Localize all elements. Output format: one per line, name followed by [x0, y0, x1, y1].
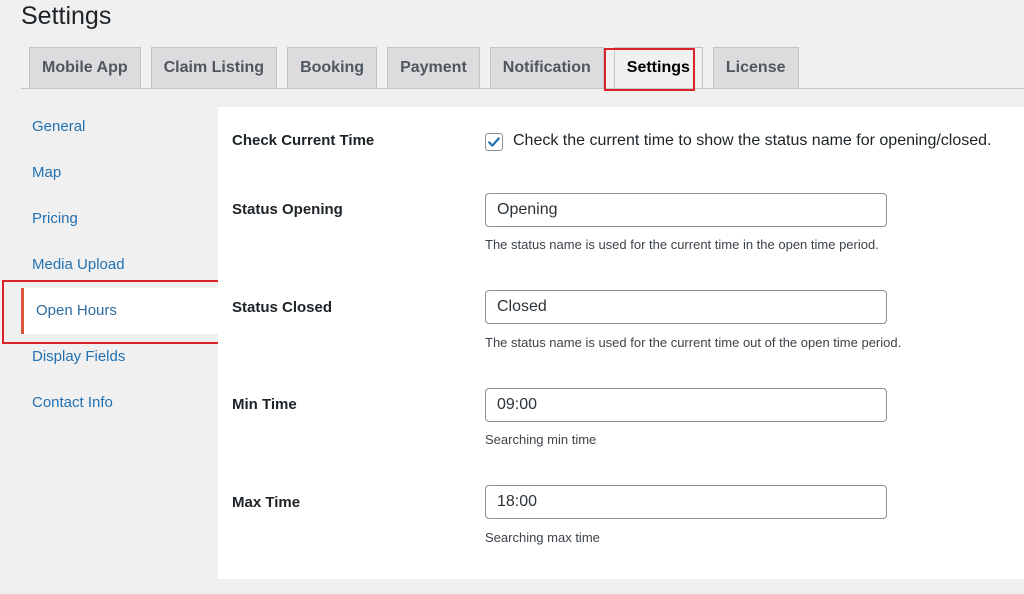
sidebar-item-map[interactable]: Map: [21, 150, 218, 196]
tab-license[interactable]: License: [712, 47, 799, 88]
min-time-label: Min Time: [232, 396, 297, 413]
max-time-label: Max Time: [232, 494, 301, 511]
sidebar-item-open-hours[interactable]: Open Hours: [21, 288, 218, 334]
status-opening-input[interactable]: [485, 193, 887, 227]
sidebar-item-media-upload[interactable]: Media Upload: [21, 242, 218, 288]
sidebar-item-display-fields[interactable]: Display Fields: [21, 334, 218, 380]
status-closed-description: The status name is used for the current …: [485, 335, 902, 350]
settings-sidebar: General Map Pricing Media Upload Open Ho…: [21, 104, 218, 426]
tab-booking[interactable]: Booking: [287, 47, 378, 88]
tab-notification[interactable]: Notification: [489, 47, 604, 88]
check-current-time-description: Check the current time to show the statu…: [513, 132, 992, 149]
tab-bar-divider: [21, 88, 1024, 89]
max-time-input[interactable]: [485, 485, 887, 519]
min-time-description: Searching min time: [485, 432, 597, 447]
tab-claim-listing[interactable]: Claim Listing: [150, 47, 278, 88]
status-opening-description: The status name is used for the current …: [485, 237, 879, 252]
status-opening-label: Status Opening: [232, 201, 343, 218]
sidebar-item-pricing[interactable]: Pricing: [21, 196, 218, 242]
tab-bar: Mobile App Claim Listing Booking Payment…: [29, 47, 809, 88]
settings-panel: Check Current Time Check the current tim…: [218, 107, 1024, 579]
tab-mobile-app[interactable]: Mobile App: [29, 47, 141, 88]
check-current-time-checkbox[interactable]: [485, 133, 503, 151]
tab-payment[interactable]: Payment: [387, 47, 480, 88]
min-time-input[interactable]: [485, 388, 887, 422]
status-closed-label: Status Closed: [232, 299, 333, 316]
checkmark-icon: [488, 137, 500, 147]
sidebar-item-general[interactable]: General: [21, 104, 218, 150]
page-title: Settings: [21, 2, 112, 30]
sidebar-item-contact-info[interactable]: Contact Info: [21, 380, 218, 426]
tab-settings[interactable]: Settings: [613, 47, 703, 88]
status-closed-input[interactable]: [485, 290, 887, 324]
check-current-time-label: Check Current Time: [232, 132, 375, 149]
max-time-description: Searching max time: [485, 530, 600, 545]
